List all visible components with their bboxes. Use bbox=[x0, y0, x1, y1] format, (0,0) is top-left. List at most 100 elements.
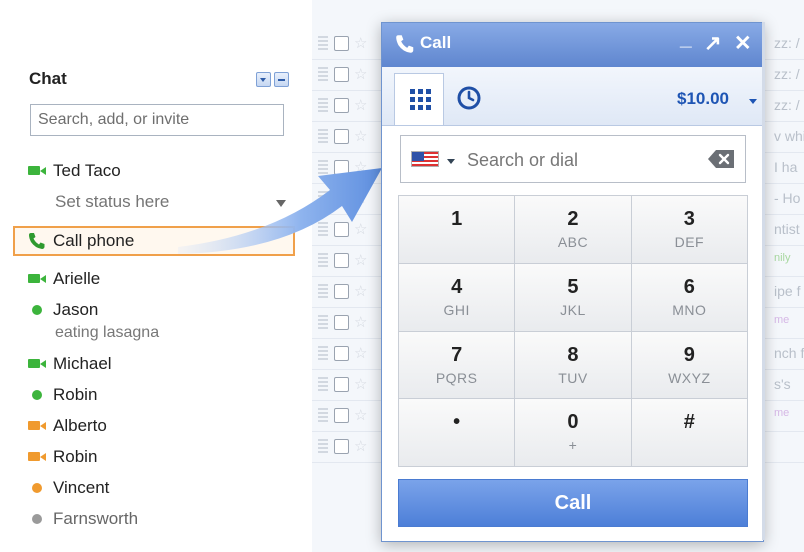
contact-row[interactable]: Arielle bbox=[27, 266, 100, 292]
keypad-key[interactable]: 3 DEF bbox=[631, 196, 747, 263]
star-icon[interactable]: ☆ bbox=[354, 375, 367, 393]
drag-grip-icon[interactable] bbox=[318, 36, 328, 50]
country-dropdown-icon[interactable] bbox=[447, 159, 455, 164]
star-icon[interactable]: ☆ bbox=[354, 282, 367, 300]
contact-row[interactable]: Farnsworth bbox=[27, 506, 138, 532]
key-letters: JKL bbox=[560, 301, 586, 318]
me-row[interactable]: Ted Taco bbox=[27, 158, 121, 184]
call-button[interactable]: Call bbox=[398, 479, 748, 527]
keypad-key[interactable]: # bbox=[631, 399, 747, 466]
drag-grip-icon[interactable] bbox=[318, 67, 328, 81]
key-letters: GHI bbox=[443, 301, 470, 318]
backspace-icon[interactable] bbox=[706, 148, 736, 170]
key-digit: 0 bbox=[567, 411, 579, 434]
dialpad-dot bbox=[426, 89, 431, 94]
star-icon[interactable]: ☆ bbox=[354, 158, 367, 176]
us-flag-icon[interactable] bbox=[411, 151, 439, 167]
star-icon[interactable]: ☆ bbox=[354, 96, 367, 114]
key-digit: • bbox=[453, 411, 461, 434]
star-icon[interactable]: ☆ bbox=[354, 406, 367, 424]
key-letters: TUV bbox=[558, 369, 588, 386]
keypad-key[interactable]: 5 JKL bbox=[515, 263, 631, 331]
dialpad-dot bbox=[418, 89, 423, 94]
row-checkbox[interactable] bbox=[334, 191, 349, 206]
drag-grip-icon[interactable] bbox=[318, 129, 328, 143]
row-checkbox[interactable] bbox=[334, 129, 349, 144]
row-checkbox[interactable] bbox=[334, 315, 349, 330]
key-digit: 2 bbox=[567, 208, 579, 230]
contact-row[interactable]: Michael bbox=[27, 351, 112, 377]
drag-grip-icon[interactable] bbox=[318, 346, 328, 360]
keypad-key[interactable]: 8 TUV bbox=[515, 331, 631, 399]
key-digit: 4 bbox=[451, 275, 463, 298]
star-icon[interactable]: ☆ bbox=[354, 251, 367, 269]
mail-snippet: zz: / bbox=[774, 35, 800, 51]
row-checkbox[interactable] bbox=[334, 222, 349, 237]
contact-row[interactable]: Jason bbox=[27, 297, 98, 323]
row-checkbox[interactable] bbox=[334, 346, 349, 361]
history-clock-icon[interactable] bbox=[456, 85, 482, 111]
keypad-key[interactable]: • bbox=[399, 399, 515, 466]
contact-row[interactable]: Robin bbox=[27, 382, 97, 408]
star-icon[interactable]: ☆ bbox=[354, 344, 367, 362]
star-icon[interactable]: ☆ bbox=[354, 437, 367, 455]
star-icon[interactable]: ☆ bbox=[354, 65, 367, 83]
popout-button[interactable]: ↗ bbox=[704, 32, 722, 56]
keypad-key[interactable]: 0 + bbox=[515, 399, 631, 466]
keypad-key[interactable]: 9 WXYZ bbox=[631, 331, 747, 399]
keypad-key[interactable]: 2 ABC bbox=[515, 196, 631, 263]
row-checkbox[interactable] bbox=[334, 408, 349, 423]
keypad-key[interactable]: 6 MNO bbox=[631, 263, 747, 331]
row-checkbox[interactable] bbox=[334, 284, 349, 299]
chat-search-input[interactable] bbox=[30, 104, 284, 136]
row-checkbox[interactable] bbox=[334, 36, 349, 51]
credit-balance[interactable]: $10.00 bbox=[677, 89, 729, 109]
star-icon[interactable]: ☆ bbox=[354, 189, 367, 207]
status-dropdown-icon[interactable] bbox=[276, 200, 286, 207]
call-dialog-title: Call bbox=[420, 33, 452, 52]
row-checkbox[interactable] bbox=[334, 160, 349, 175]
chevron-down-icon[interactable] bbox=[749, 99, 757, 104]
row-checkbox[interactable] bbox=[334, 253, 349, 268]
offline-dot-icon bbox=[27, 509, 49, 529]
drag-grip-icon[interactable] bbox=[318, 377, 328, 391]
contact-row[interactable]: Vincent bbox=[27, 475, 109, 501]
chat-title: Chat bbox=[29, 69, 67, 88]
keypad-key[interactable]: 1 bbox=[399, 196, 515, 263]
contact-row[interactable]: Alberto bbox=[27, 413, 107, 439]
drag-grip-icon[interactable] bbox=[318, 222, 328, 236]
drag-grip-icon[interactable] bbox=[318, 98, 328, 112]
star-icon[interactable]: ☆ bbox=[354, 313, 367, 331]
key-digit: 6 bbox=[683, 275, 695, 298]
keypad-key[interactable]: 4 GHI bbox=[399, 263, 515, 331]
drag-grip-icon[interactable] bbox=[318, 284, 328, 298]
drag-grip-icon[interactable] bbox=[318, 315, 328, 329]
star-icon[interactable]: ☆ bbox=[354, 127, 367, 145]
keypad-key[interactable]: 7 PQRS bbox=[399, 331, 515, 399]
dial-input[interactable] bbox=[465, 147, 689, 173]
chat-minimize-button[interactable] bbox=[274, 72, 289, 87]
drag-grip-icon[interactable] bbox=[318, 253, 328, 267]
call-phone-row: Call phone bbox=[27, 228, 134, 254]
contact-row[interactable]: Robin bbox=[27, 444, 97, 470]
key-digit: # bbox=[683, 411, 695, 434]
drag-grip-icon[interactable] bbox=[318, 191, 328, 205]
drag-grip-icon[interactable] bbox=[318, 439, 328, 453]
star-icon[interactable]: ☆ bbox=[354, 220, 367, 238]
status-message-field[interactable]: Set status here bbox=[55, 192, 169, 212]
drag-grip-icon[interactable] bbox=[318, 160, 328, 174]
row-checkbox[interactable] bbox=[334, 377, 349, 392]
key-letters: ABC bbox=[557, 234, 589, 250]
row-checkbox[interactable] bbox=[334, 439, 349, 454]
close-button[interactable]: ✕ bbox=[734, 32, 752, 56]
row-checkbox[interactable] bbox=[334, 98, 349, 113]
tab-dialpad[interactable] bbox=[394, 73, 444, 125]
call-phone-item[interactable]: Call phone bbox=[13, 226, 295, 256]
minimize-button[interactable]: _ bbox=[680, 27, 692, 51]
drag-grip-icon[interactable] bbox=[318, 408, 328, 422]
video-camera-idle-icon bbox=[27, 416, 49, 436]
star-icon[interactable]: ☆ bbox=[354, 34, 367, 52]
mail-snippet: me bbox=[774, 407, 790, 419]
chat-options-button[interactable] bbox=[256, 72, 271, 87]
row-checkbox[interactable] bbox=[334, 67, 349, 82]
